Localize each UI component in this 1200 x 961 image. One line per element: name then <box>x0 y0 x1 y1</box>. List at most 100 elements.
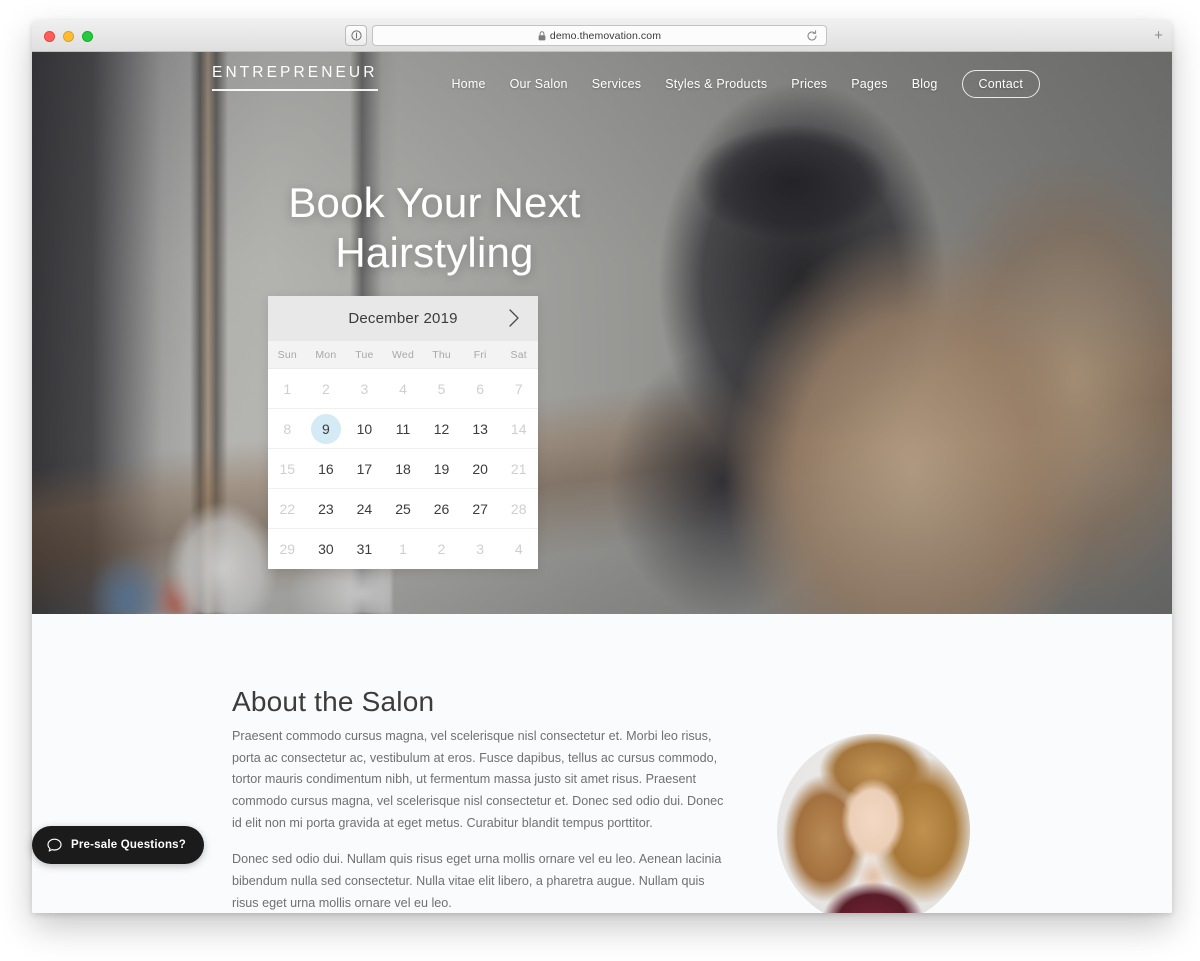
calendar-day-label: 2 <box>321 380 330 397</box>
browser-titlebar: demo.themovation.com + <box>32 20 1172 52</box>
calendar-day[interactable]: 30 <box>307 529 346 569</box>
chevron-right-icon[interactable] <box>504 308 524 328</box>
calendar-day: 29 <box>268 529 307 569</box>
calendar-day[interactable]: 17 <box>345 449 384 488</box>
calendar-day: 1 <box>384 529 423 569</box>
calendar-day-label: 26 <box>433 500 450 517</box>
calendar-day-label: 1 <box>283 380 292 397</box>
chat-bubble-icon <box>46 837 63 854</box>
calendar-day-label: 11 <box>395 420 411 437</box>
about-paragraph-2: Donec sed odio dui. Nullam quis risus eg… <box>232 852 722 910</box>
avatar-photo <box>777 734 970 913</box>
calendar-day-label: 23 <box>318 500 334 517</box>
site-navigation: ENTREPRENEUR Home Our Salon Services Sty… <box>32 52 1172 110</box>
calendar-day-selected[interactable]: 9 <box>307 409 346 448</box>
calendar-day-label: 4 <box>514 541 523 557</box>
reload-icon[interactable] <box>806 30 818 42</box>
calendar-day-label: 20 <box>472 460 488 477</box>
calendar-day-label: 2 <box>437 541 446 557</box>
nav-item-blog[interactable]: Blog <box>912 77 938 91</box>
calendar-day-label: 18 <box>395 460 411 477</box>
calendar-week-row: 1 2 3 4 5 6 7 <box>268 369 538 409</box>
window-controls <box>44 31 93 42</box>
calendar-day-label: 10 <box>356 420 373 437</box>
calendar-day[interactable]: 26 <box>422 489 461 528</box>
calendar-day-label: 13 <box>472 420 488 437</box>
calendar-day: 1 <box>268 369 307 408</box>
new-tab-button[interactable]: + <box>1150 28 1167 45</box>
weekday-wed: Wed <box>391 348 414 361</box>
weekday-tue: Tue <box>355 348 374 361</box>
avatar <box>777 734 970 913</box>
maximize-window-button[interactable] <box>82 31 93 42</box>
hero-title-line-1: Book Your Next <box>288 179 581 226</box>
calendar-week-row: 29 30 31 1 2 3 4 <box>268 529 538 569</box>
calendar-day[interactable]: 19 <box>422 449 461 488</box>
calendar-day-label: 22 <box>279 500 296 517</box>
reader-view-icon[interactable] <box>345 25 367 46</box>
chat-button-label: Pre-sale Questions? <box>71 839 187 851</box>
calendar-day[interactable]: 31 <box>345 529 384 569</box>
calendar-day-label: 28 <box>510 500 527 517</box>
calendar-day-label: 24 <box>356 500 373 517</box>
nav-item-pages[interactable]: Pages <box>851 77 887 91</box>
calendar-day: 7 <box>499 369 538 408</box>
address-bar[interactable]: demo.themovation.com <box>372 25 827 46</box>
nav-item-our-salon[interactable]: Our Salon <box>510 77 568 91</box>
close-window-button[interactable] <box>44 31 55 42</box>
calendar-day-label: 17 <box>356 460 373 477</box>
weekday-sun: Sun <box>277 348 297 361</box>
nav-item-services[interactable]: Services <box>592 77 642 91</box>
calendar-day-label: 25 <box>395 500 411 517</box>
calendar-day-label: 16 <box>318 460 334 477</box>
calendar-day[interactable]: 27 <box>461 489 500 528</box>
calendar-day[interactable]: 24 <box>345 489 384 528</box>
calendar-day-label: 3 <box>476 541 485 557</box>
page-viewport: ENTREPRENEUR Home Our Salon Services Sty… <box>32 52 1172 913</box>
nav-item-contact[interactable]: Contact <box>961 70 1040 98</box>
calendar-day: 3 <box>461 529 500 569</box>
pre-sale-chat-button[interactable]: Pre-sale Questions? <box>32 826 205 864</box>
calendar-day-label: 7 <box>514 380 523 397</box>
calendar-grid: 1 2 3 4 5 6 7 8 9 10 11 12 13 14 15 16 17 18 19 20 21 22 23 24 2… <box>268 369 538 569</box>
calendar-day[interactable]: 18 <box>384 449 423 488</box>
calendar-day[interactable]: 25 <box>384 489 423 528</box>
minimize-window-button[interactable] <box>63 31 74 42</box>
calendar-day-label: 5 <box>437 380 446 397</box>
site-logo[interactable]: ENTREPRENEUR <box>212 64 378 91</box>
url-text: demo.themovation.com <box>549 29 662 42</box>
weekday-sat: Sat <box>510 348 527 361</box>
calendar-day[interactable]: 16 <box>307 449 346 488</box>
hero-overlay-scrim <box>32 52 1172 614</box>
nav-item-styles-products[interactable]: Styles & Products <box>665 77 767 91</box>
calendar-day: 14 <box>499 409 538 448</box>
calendar-day[interactable]: 12 <box>422 409 461 448</box>
calendar-day-label: 4 <box>399 380 407 397</box>
weekday-mon: Mon <box>315 348 337 361</box>
calendar-header: December 2019 <box>268 296 538 341</box>
calendar-week-row: 15 16 17 18 19 20 21 <box>268 449 538 489</box>
hero-section: ENTREPRENEUR Home Our Salon Services Sty… <box>32 52 1172 614</box>
calendar-day: 15 <box>268 449 307 488</box>
calendar-day[interactable]: 13 <box>461 409 500 448</box>
calendar-day: 2 <box>307 369 346 408</box>
calendar-day-label: 29 <box>279 541 296 557</box>
calendar-day: 4 <box>499 529 538 569</box>
calendar-day-label: 9 <box>321 420 330 437</box>
calendar-weekday-header: Sun Mon Tue Wed Thu Fri Sat <box>268 341 538 369</box>
booking-calendar[interactable]: December 2019 Sun Mon Tue Wed Thu Fri Sa… <box>268 296 538 569</box>
nav-item-home[interactable]: Home <box>451 77 485 91</box>
calendar-day[interactable]: 20 <box>461 449 500 488</box>
calendar-day: 21 <box>499 449 538 488</box>
calendar-day[interactable]: 23 <box>307 489 346 528</box>
about-paragraph-1: Praesent commodo cursus magna, vel scele… <box>232 729 724 830</box>
calendar-week-row: 8 9 10 11 12 13 14 <box>268 409 538 449</box>
calendar-day[interactable]: 10 <box>345 409 384 448</box>
calendar-day: 4 <box>384 369 423 408</box>
hero-title-line-2: Hairstyling <box>335 228 534 276</box>
calendar-day[interactable]: 11 <box>384 409 423 448</box>
hero-title: Book Your Next Hairstyling <box>32 178 837 277</box>
calendar-day-label: 6 <box>476 380 485 397</box>
nav-item-prices[interactable]: Prices <box>791 77 827 91</box>
calendar-day-label: 1 <box>399 541 407 557</box>
